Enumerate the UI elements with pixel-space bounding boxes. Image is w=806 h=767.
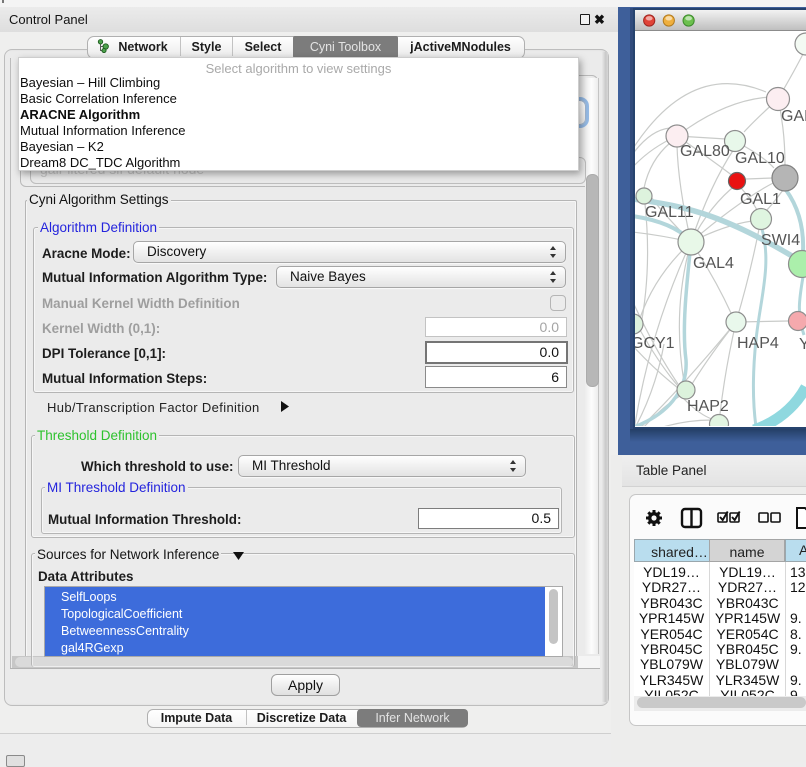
svg-text:SWI4: SWI4: [761, 232, 800, 249]
svg-text:HAP4: HAP4: [737, 335, 779, 352]
svg-text:GCY1: GCY1: [635, 335, 675, 352]
svg-text:GAL1: GAL1: [740, 191, 781, 208]
svg-text:GAL80: GAL80: [680, 143, 730, 160]
svg-text:GAL10: GAL10: [735, 150, 785, 167]
svg-text:GAL: GAL: [781, 108, 806, 125]
svg-text:Y: Y: [799, 336, 806, 353]
svg-text:GAL11: GAL11: [645, 204, 694, 221]
svg-text:GAL4: GAL4: [693, 255, 734, 272]
svg-text:HAP2: HAP2: [687, 398, 729, 415]
